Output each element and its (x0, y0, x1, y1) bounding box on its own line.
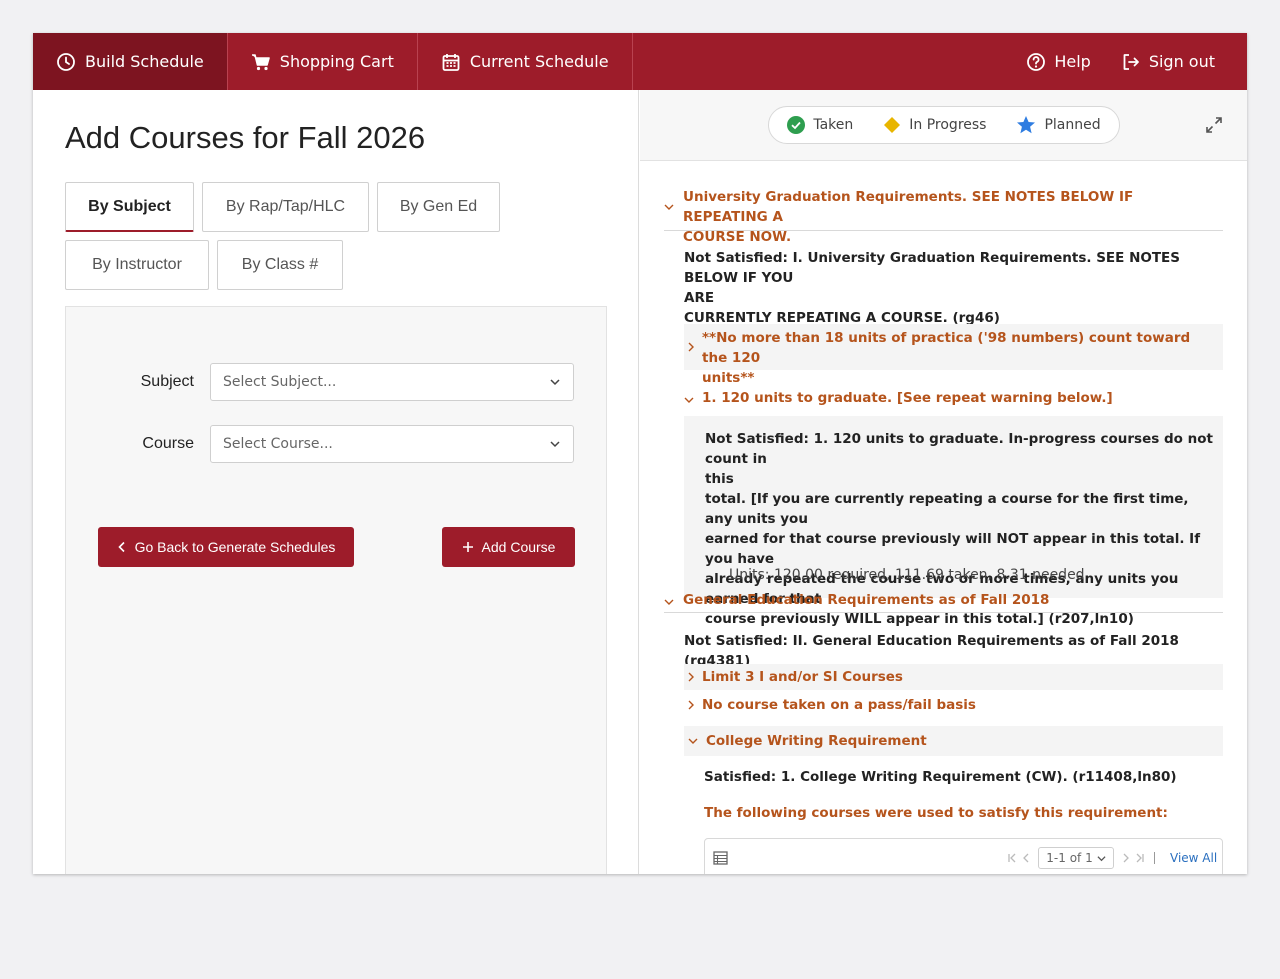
courses-table-toolbar: 1-1 of 1 View All (704, 838, 1223, 874)
course-select[interactable]: Select Course... (210, 425, 574, 463)
search-form: Subject Select Subject... Course Select … (65, 306, 607, 874)
units-req-header[interactable]: 1. 120 units to graduate. [See repeat wa… (702, 388, 1202, 408)
cw-req-header: College Writing Requirement (706, 733, 927, 749)
signout-icon (1123, 53, 1139, 70)
requirements-list: University Graduation Requirements. SEE … (640, 162, 1247, 874)
course-select-value: Select Course... (223, 436, 333, 452)
legend-in-progress: In Progress (883, 116, 986, 134)
next-page-icon[interactable] (1121, 853, 1131, 863)
help-link[interactable]: Help (1026, 52, 1091, 72)
tab-build-schedule[interactable]: Build Schedule (33, 33, 228, 90)
go-back-button[interactable]: Go Back to Generate Schedules (98, 527, 354, 567)
help-icon (1027, 52, 1046, 71)
degree-audit-panel: Taken In Progress Planned University Gra… (640, 90, 1247, 874)
signout-label: Sign out (1148, 52, 1215, 71)
univ-status-line1: Not Satisfied: I. University Graduation … (684, 250, 1180, 286)
units-summary: Units: 120.00 required, 111.69 taken, 8.… (729, 567, 1085, 583)
tab-current-schedule[interactable]: Current Schedule (418, 33, 633, 90)
legend-planned-label: Planned (1044, 117, 1101, 133)
signout-link[interactable]: Sign out (1121, 52, 1215, 72)
tab-shopping-cart-label: Shopping Cart (279, 52, 394, 71)
univ-req-header[interactable]: University Graduation Requirements. SEE … (683, 187, 1213, 247)
prev-page-icon[interactable] (1021, 853, 1031, 863)
status-legend: Taken In Progress Planned (768, 106, 1120, 144)
legend-bar: Taken In Progress Planned (640, 90, 1247, 161)
legend-taken: Taken (787, 116, 853, 134)
units-status-line4: earned for that course previously will N… (705, 531, 1201, 567)
tab-by-instructor[interactable]: By Instructor (65, 240, 209, 290)
cart-icon (251, 53, 270, 70)
last-page-icon[interactable] (1135, 853, 1145, 863)
go-back-label: Go Back to Generate Schedules (134, 539, 336, 555)
legend-planned: Planned (1016, 115, 1101, 135)
tab-by-class-number[interactable]: By Class # (217, 240, 343, 290)
expand-icon[interactable] (1205, 116, 1223, 134)
practica-line2: units** (702, 370, 755, 386)
chevron-down-icon[interactable] (664, 202, 674, 212)
calendar-icon (442, 53, 460, 71)
units-status-line3: total. [If you are currently repeating a… (705, 491, 1189, 527)
practica-line1: **No more than 18 units of practica ('98… (702, 330, 1191, 366)
chevron-down-icon (550, 379, 560, 386)
univ-req-status: Not Satisfied: I. University Graduation … (684, 248, 1229, 328)
diamond-icon (884, 117, 901, 133)
chevron-down-icon[interactable] (684, 395, 694, 405)
chevron-right-icon (688, 342, 694, 352)
subject-label: Subject (140, 373, 194, 390)
add-course-label: Add Course (481, 539, 556, 555)
limit3-label: Limit 3 I and/or SI Courses (702, 669, 903, 685)
units-status-line2: this (705, 471, 734, 487)
chevron-right-icon[interactable] (686, 700, 696, 710)
divider (664, 230, 1223, 231)
clock-icon (57, 52, 75, 71)
chevron-down-icon[interactable] (664, 597, 674, 607)
univ-req-header-line1: University Graduation Requirements. SEE … (683, 189, 1134, 225)
pager-select[interactable]: 1-1 of 1 (1038, 847, 1114, 869)
univ-status-line2: ARE (684, 290, 715, 306)
legend-taken-label: Taken (813, 117, 854, 133)
add-course-button[interactable]: Add Course (442, 527, 575, 567)
practica-note: **No more than 18 units of practica ('98… (702, 328, 1207, 388)
view-all-link[interactable]: View All (1170, 851, 1217, 865)
legend-in-progress-label: In Progress (909, 117, 987, 133)
tab-by-rap-tap-hlc[interactable]: By Rap/Tap/HLC (202, 182, 369, 232)
add-courses-panel: Add Courses for Fall 2026 By Subject By … (33, 90, 639, 874)
first-page-icon[interactable] (1007, 853, 1017, 863)
chevron-down-icon (550, 441, 560, 448)
table-icon[interactable] (713, 851, 728, 865)
tab-by-gen-ed[interactable]: By Gen Ed (377, 182, 500, 232)
nav-right-links: Help Sign out (1026, 33, 1247, 90)
chevron-left-icon (117, 541, 125, 553)
gened-req-header[interactable]: General Education Requirements as of Fal… (683, 590, 1183, 610)
divider (1154, 852, 1155, 864)
units-status-line1: Not Satisfied: 1. 120 units to graduate.… (705, 431, 1213, 467)
page-title: Add Courses for Fall 2026 (65, 120, 426, 155)
course-label: Course (142, 435, 194, 452)
check-circle-icon (787, 116, 806, 134)
passfail-label[interactable]: No course taken on a pass/fail basis (702, 695, 976, 715)
tab-build-schedule-label: Build Schedule (85, 52, 204, 71)
plus-icon (462, 542, 473, 552)
subject-select-value: Select Subject... (223, 374, 337, 390)
pager-label: 1-1 of 1 (1046, 851, 1093, 865)
divider (664, 612, 1223, 613)
tab-shopping-cart[interactable]: Shopping Cart (228, 33, 418, 90)
tab-by-subject[interactable]: By Subject (65, 182, 194, 232)
cw-req-status: Satisfied: 1. College Writing Requiremen… (704, 769, 1177, 785)
help-label: Help (1054, 52, 1091, 71)
tab-current-schedule-label: Current Schedule (469, 52, 609, 71)
chevron-right-icon (688, 672, 694, 682)
star-icon (1017, 116, 1036, 134)
subject-select[interactable]: Select Subject... (210, 363, 574, 401)
chevron-down-icon (688, 738, 698, 744)
cw-courses-note: The following courses were used to satis… (704, 805, 1168, 821)
chevron-down-icon (1097, 855, 1106, 861)
app-window: Build Schedule Shopping Cart Current Sch… (33, 33, 1247, 874)
top-nav: Build Schedule Shopping Cart Current Sch… (33, 33, 1247, 90)
